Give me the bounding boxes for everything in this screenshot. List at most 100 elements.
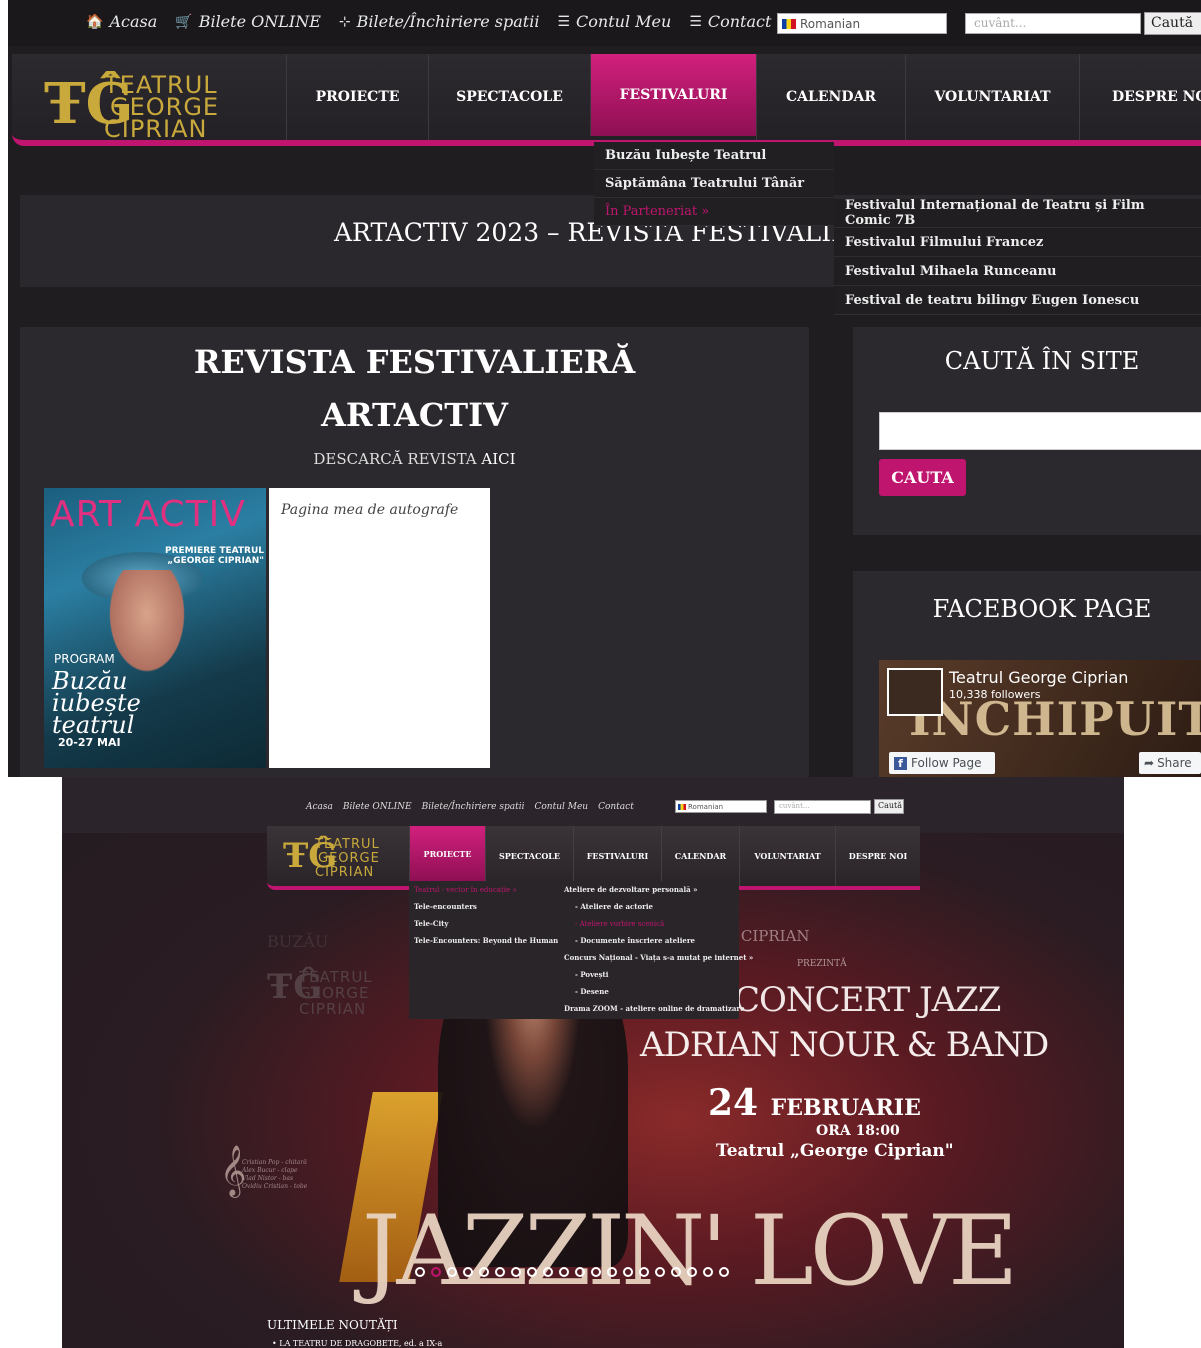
language-select[interactable]: Romanian [675,800,767,813]
credit-line: Ovidiu Cristian - tobe [242,1183,308,1190]
dropdown-item[interactable]: - Povești [559,966,739,983]
autograph-page-image[interactable]: Pagina mea de autografe [269,488,490,768]
slider-dots [415,1267,729,1277]
top-nav-item[interactable]: Contact [598,802,634,812]
slider-dot[interactable] [655,1267,665,1277]
slider-dot[interactable] [479,1267,489,1277]
nav-item-voluntariat[interactable]: VOLUNTARIAT [739,826,835,886]
top-nav-item[interactable]: Bilete/Închiriere spatii [422,802,525,812]
slider-dot[interactable] [495,1267,505,1277]
logo-line: CIPRIAN [104,115,208,143]
download-link[interactable]: AICI [481,450,515,468]
dropdown-item[interactable]: Drama ZOOM - ateliere online de dramatiz… [559,1000,745,1017]
top-nav-item[interactable]: 🛒 Bilete ONLINE [175,12,321,31]
dropdown-item[interactable]: - Ateliere de actorie [559,898,739,915]
dropdown-item[interactable]: - Documente înscriere ateliere [559,932,739,949]
hero-bg-buzau: BUZĂU [267,932,329,951]
slider-dot[interactable] [463,1267,473,1277]
dropdown-item[interactable]: - Ateliere vorbire scenică [559,915,739,932]
site-search-input[interactable] [879,412,1201,450]
slider-dot[interactable] [639,1267,649,1277]
site-search-button[interactable]: CAUTA [879,459,966,496]
dropdown-item[interactable]: Tele-encounters [409,898,561,915]
search-button[interactable]: Caută [874,799,904,814]
subdropdown-item[interactable]: Festivalul Filmului Francez [834,228,1201,257]
slider-dot[interactable] [575,1267,585,1277]
fb-page-name[interactable]: Teatrul George Ciprian [949,668,1128,687]
cart-icon: 🛒 [175,13,193,30]
facebook-page-plugin[interactable]: ÎNCHIPUIT Teatrul George Ciprian 10,338 … [879,660,1201,777]
fb-follow-label: Follow Page [911,756,982,770]
subdropdown-item[interactable]: Festival de teatru bilingv Eugen Ionescu [834,286,1201,315]
festivaluri-dropdown: Buzău Iubește Teatrul Săptămâna Teatrulu… [594,142,834,226]
search-input[interactable]: cuvânt... [965,13,1141,34]
sidebar-search-widget: CAUTĂ ÎN SITE CAUTA [853,327,1201,535]
slider-dot[interactable] [703,1267,713,1277]
band-credits: Cristian Pop - chitară Alex Bucur - clap… [242,1159,307,1191]
slider-dot[interactable] [607,1267,617,1277]
dropdown-item-parteneriat[interactable]: În Parteneriat » [594,198,834,226]
fb-avatar[interactable] [887,668,943,716]
slider-dot[interactable] [719,1267,729,1277]
slider-dot[interactable] [559,1267,569,1277]
dropdown-item[interactable]: Tele-City [409,915,561,932]
slider-dot[interactable] [591,1267,601,1277]
nav-item-calendar[interactable]: CALENDAR [661,826,739,886]
search-input[interactable]: cuvânt... [774,800,871,814]
nav-item-spectacole[interactable]: SPECTACOLE [485,826,573,886]
romanian-flag-icon [678,803,686,810]
theatre-logo[interactable]: ŦĜ TEATRUL GEORGE CIPRIAN [44,73,234,144]
main-content: REVISTA FESTIVALIERĂ ARTACTIV DESCARCĂ R… [20,327,809,777]
logo-text: TEATRUL GEORGE CIPRIAN [104,73,219,143]
top-nav-item[interactable]: ☰ Contul Meu [557,12,671,31]
top-nav-item[interactable]: ☰ Contact [689,12,771,31]
top-nav-item[interactable]: 🏠 Acasa [86,12,157,31]
hero-logo-text: TEATRUL GEORGE CIPRIAN [299,969,373,1017]
credit-line: Vlad Nistor - bas [242,1175,294,1182]
dropdown-item[interactable]: Teatrul - vector în educație » [409,881,561,898]
slider-dot[interactable] [543,1267,553,1277]
article-subtitle: ARTACTIV [321,396,508,434]
language-select[interactable]: Romanian [777,13,947,34]
subdropdown-item[interactable]: Festivalul Internațional de Teatru și Fi… [834,198,1201,228]
dropdown-item[interactable]: Săptămâna Teatrului Tânăr [594,170,834,198]
dropdown-item[interactable]: - Desene [559,983,739,1000]
nav-item-spectacole[interactable]: SPECTACOLE [428,54,590,140]
fb-follow-button[interactable]: f Follow Page [889,752,995,774]
nav-item-proiecte[interactable]: PROIECTE [286,54,428,140]
slider-dot[interactable] [415,1267,425,1277]
slider-dot[interactable] [623,1267,633,1277]
fb-share-button[interactable]: ➦ Share [1139,752,1201,774]
nav-item-voluntariat[interactable]: VOLUNTARIAT [905,54,1079,140]
subdropdown-item[interactable]: Festivalul Mihaela Runceanu [834,257,1201,286]
nav-item-proiecte[interactable]: PROIECTE [409,826,485,882]
download-line: DESCARCĂ REVISTA AICI [20,450,809,468]
dropdown-item[interactable]: Buzău Iubește Teatrul [594,142,834,170]
dropdown-item[interactable]: Concurs Național - Viața s-a mutat pe in… [559,949,753,966]
search-button[interactable]: Caută [1144,12,1201,35]
top-nav-item[interactable]: ⊹ Bilete/Închiriere spatii [339,12,540,31]
nav-item-despre-noi[interactable]: DESPRE NOI [835,826,920,886]
slider-dot[interactable] [671,1267,681,1277]
top-nav-item[interactable]: Contul Meu [534,802,588,812]
slider-dot[interactable] [511,1267,521,1277]
news-item[interactable]: • LA TEATRU DE DRAGOBETE, ed. a IX-a [272,1339,442,1348]
nav-item-festivaluri[interactable]: FESTIVALURI [573,826,661,886]
cover-headline: Buzău iubește teatrul [52,669,141,737]
hero-time: ORA 18:00 [816,1123,900,1139]
nav-item-festivaluri[interactable]: FESTIVALURI [590,54,756,136]
magazine-cover-image[interactable]: ART ACTIV PREMIERE TEATRUL „GEORGE CIPRI… [44,488,266,768]
top-nav-item[interactable]: Acasa [306,802,333,812]
slider-dot[interactable] [527,1267,537,1277]
slider-dot[interactable] [687,1267,697,1277]
nav-item-despre-noi[interactable]: DESPRE NOI [1079,54,1201,140]
slider-dot[interactable] [447,1267,457,1277]
dropdown-item[interactable]: Ateliere de dezvoltare personală » [559,881,739,898]
nav-item-calendar[interactable]: CALENDAR [756,54,905,140]
top-nav-item[interactable]: Bilete ONLINE [343,802,412,812]
fb-followers: 10,338 followers [949,688,1041,701]
slider-dot[interactable] [431,1267,441,1277]
article-title: REVISTA FESTIVALIERĂ [193,343,636,381]
news-item-text: LA TEATRU DE DRAGOBETE, ed. a IX-a [279,1339,443,1348]
dropdown-item[interactable]: Tele-Encounters: Beyond the Human [409,932,561,949]
